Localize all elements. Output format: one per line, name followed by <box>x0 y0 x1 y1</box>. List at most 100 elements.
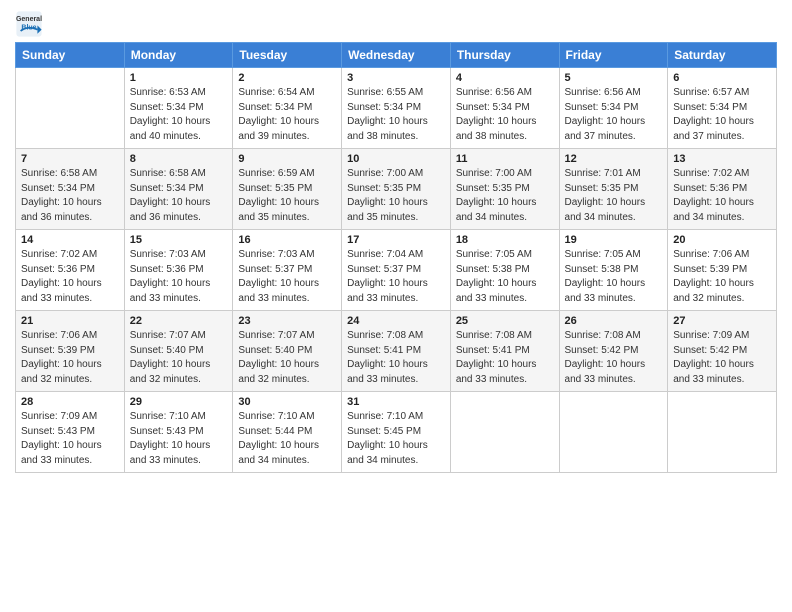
table-row: 31 Sunrise: 7:10 AMSunset: 5:45 PMDayligh… <box>342 392 451 473</box>
table-row: 21Sunrise: 7:06 AMSunset: 5:39 PMDayligh… <box>16 311 125 392</box>
day-number: 27 <box>673 315 771 327</box>
table-row <box>559 392 668 473</box>
table-row: 26Sunrise: 7:08 AMSunset: 5:42 PMDayligh… <box>559 311 668 392</box>
table-row: 16Sunrise: 7:03 AMSunset: 5:37 PMDayligh… <box>233 230 342 311</box>
table-row: 24Sunrise: 7:08 AMSunset: 5:41 PMDayligh… <box>342 311 451 392</box>
table-row: 8 Sunrise: 6:58 AMSunset: 5:34 PMDaylight… <box>124 149 233 230</box>
calendar-week-row: 28 Sunrise: 7:09 AMSunset: 5:43 PMDayligh… <box>16 392 777 473</box>
day-number: 23 <box>238 315 336 327</box>
day-number: 19 <box>565 234 663 246</box>
day-info: Sunrise: 7:03 AMSunset: 5:36 PMDaylight:… <box>130 248 228 306</box>
day-info: Sunrise: 6:56 AMSunset: 5:34 PMDaylight:… <box>456 86 554 144</box>
day-info: Sunrise: 6:58 AMSunset: 5:34 PMDaylight:… <box>21 167 119 225</box>
day-info: Sunrise: 7:10 AMSunset: 5:45 PMDaylight:… <box>347 410 445 468</box>
day-number: 11 <box>456 153 554 165</box>
day-number: 13 <box>673 153 771 165</box>
day-info: Sunrise: 6:53 AMSunset: 5:34 PMDaylight:… <box>130 86 228 144</box>
day-number: 18 <box>456 234 554 246</box>
col-sunday: Sunday <box>16 43 125 68</box>
table-row: 2Sunrise: 6:54 AMSunset: 5:34 PMDaylight… <box>233 68 342 149</box>
day-number: 20 <box>673 234 771 246</box>
table-row: 22Sunrise: 7:07 AMSunset: 5:40 PMDayligh… <box>124 311 233 392</box>
day-info: Sunrise: 7:10 AMSunset: 5:44 PMDaylight:… <box>238 410 336 468</box>
calendar-week-row: 7 Sunrise: 6:58 AMSunset: 5:34 PMDaylight… <box>16 149 777 230</box>
day-number: 24 <box>347 315 445 327</box>
col-monday: Monday <box>124 43 233 68</box>
day-number: 31 <box>347 396 445 408</box>
day-info: Sunrise: 7:07 AMSunset: 5:40 PMDaylight:… <box>238 329 336 387</box>
day-number: 14 <box>21 234 119 246</box>
day-info: Sunrise: 6:58 AMSunset: 5:34 PMDaylight:… <box>130 167 228 225</box>
day-info: Sunrise: 6:55 AMSunset: 5:34 PMDaylight:… <box>347 86 445 144</box>
day-number: 3 <box>347 72 445 84</box>
day-info: Sunrise: 7:08 AMSunset: 5:42 PMDaylight:… <box>565 329 663 387</box>
table-row: 19 Sunrise: 7:05 AMSunset: 5:38 PMDayligh… <box>559 230 668 311</box>
table-row: 14 Sunrise: 7:02 AMSunset: 5:36 PMDayligh… <box>16 230 125 311</box>
day-info: Sunrise: 6:59 AMSunset: 5:35 PMDaylight:… <box>238 167 336 225</box>
col-wednesday: Wednesday <box>342 43 451 68</box>
day-number: 6 <box>673 72 771 84</box>
day-info: Sunrise: 6:56 AMSunset: 5:34 PMDaylight:… <box>565 86 663 144</box>
day-number: 12 <box>565 153 663 165</box>
day-info: Sunrise: 7:02 AMSunset: 5:36 PMDaylight:… <box>21 248 119 306</box>
day-info: Sunrise: 7:10 AMSunset: 5:43 PMDaylight:… <box>130 410 228 468</box>
table-row <box>16 68 125 149</box>
calendar-week-row: 21Sunrise: 7:06 AMSunset: 5:39 PMDayligh… <box>16 311 777 392</box>
table-row: 17Sunrise: 7:04 AMSunset: 5:37 PMDayligh… <box>342 230 451 311</box>
day-info: Sunrise: 7:02 AMSunset: 5:36 PMDaylight:… <box>673 167 771 225</box>
day-info: Sunrise: 7:04 AMSunset: 5:37 PMDaylight:… <box>347 248 445 306</box>
table-row: 7 Sunrise: 6:58 AMSunset: 5:34 PMDaylight… <box>16 149 125 230</box>
day-info: Sunrise: 7:00 AMSunset: 5:35 PMDaylight:… <box>347 167 445 225</box>
day-info: Sunrise: 7:09 AMSunset: 5:43 PMDaylight:… <box>21 410 119 468</box>
table-row: 25 Sunrise: 7:08 AMSunset: 5:41 PMDayligh… <box>450 311 559 392</box>
day-info: Sunrise: 7:08 AMSunset: 5:41 PMDaylight:… <box>456 329 554 387</box>
table-row: 29 Sunrise: 7:10 AMSunset: 5:43 PMDayligh… <box>124 392 233 473</box>
day-info: Sunrise: 7:05 AMSunset: 5:38 PMDaylight:… <box>456 248 554 306</box>
day-number: 15 <box>130 234 228 246</box>
day-number: 21 <box>21 315 119 327</box>
day-number: 7 <box>21 153 119 165</box>
day-number: 25 <box>456 315 554 327</box>
day-number: 10 <box>347 153 445 165</box>
col-friday: Friday <box>559 43 668 68</box>
day-number: 4 <box>456 72 554 84</box>
day-info: Sunrise: 6:57 AMSunset: 5:34 PMDaylight:… <box>673 86 771 144</box>
table-row: 9 Sunrise: 6:59 AMSunset: 5:35 PMDaylight… <box>233 149 342 230</box>
table-row: 18 Sunrise: 7:05 AMSunset: 5:38 PMDayligh… <box>450 230 559 311</box>
day-number: 29 <box>130 396 228 408</box>
day-info: Sunrise: 7:05 AMSunset: 5:38 PMDaylight:… <box>565 248 663 306</box>
table-row: 3 Sunrise: 6:55 AMSunset: 5:34 PMDaylight… <box>342 68 451 149</box>
logo-icon: General Blue <box>15 10 43 38</box>
day-info: Sunrise: 7:09 AMSunset: 5:42 PMDaylight:… <box>673 329 771 387</box>
table-row <box>450 392 559 473</box>
table-row: 5Sunrise: 6:56 AMSunset: 5:34 PMDaylight… <box>559 68 668 149</box>
page: General Blue Sunday Monday Tuesday Wedne… <box>0 0 792 612</box>
col-saturday: Saturday <box>668 43 777 68</box>
table-row: 4 Sunrise: 6:56 AMSunset: 5:34 PMDaylight… <box>450 68 559 149</box>
day-info: Sunrise: 7:00 AMSunset: 5:35 PMDaylight:… <box>456 167 554 225</box>
day-info: Sunrise: 7:01 AMSunset: 5:35 PMDaylight:… <box>565 167 663 225</box>
day-number: 8 <box>130 153 228 165</box>
header: General Blue <box>15 10 777 38</box>
table-row: 11 Sunrise: 7:00 AMSunset: 5:35 PMDayligh… <box>450 149 559 230</box>
table-row: 27 Sunrise: 7:09 AMSunset: 5:42 PMDayligh… <box>668 311 777 392</box>
table-row: 13 Sunrise: 7:02 AMSunset: 5:36 PMDayligh… <box>668 149 777 230</box>
day-info: Sunrise: 7:03 AMSunset: 5:37 PMDaylight:… <box>238 248 336 306</box>
table-row: 12 Sunrise: 7:01 AMSunset: 5:35 PMDayligh… <box>559 149 668 230</box>
day-number: 9 <box>238 153 336 165</box>
day-number: 1 <box>130 72 228 84</box>
table-row: 28 Sunrise: 7:09 AMSunset: 5:43 PMDayligh… <box>16 392 125 473</box>
table-row: 15 Sunrise: 7:03 AMSunset: 5:36 PMDayligh… <box>124 230 233 311</box>
svg-text:General: General <box>16 16 42 23</box>
day-info: Sunrise: 7:06 AMSunset: 5:39 PMDaylight:… <box>673 248 771 306</box>
table-row: 10 Sunrise: 7:00 AMSunset: 5:35 PMDayligh… <box>342 149 451 230</box>
col-tuesday: Tuesday <box>233 43 342 68</box>
table-row <box>668 392 777 473</box>
table-row: 23 Sunrise: 7:07 AMSunset: 5:40 PMDayligh… <box>233 311 342 392</box>
weekday-header-row: Sunday Monday Tuesday Wednesday Thursday… <box>16 43 777 68</box>
day-info: Sunrise: 6:54 AMSunset: 5:34 PMDaylight:… <box>238 86 336 144</box>
table-row: 30Sunrise: 7:10 AMSunset: 5:44 PMDayligh… <box>233 392 342 473</box>
day-number: 22 <box>130 315 228 327</box>
table-row: 1 Sunrise: 6:53 AMSunset: 5:34 PMDaylight… <box>124 68 233 149</box>
day-number: 28 <box>21 396 119 408</box>
